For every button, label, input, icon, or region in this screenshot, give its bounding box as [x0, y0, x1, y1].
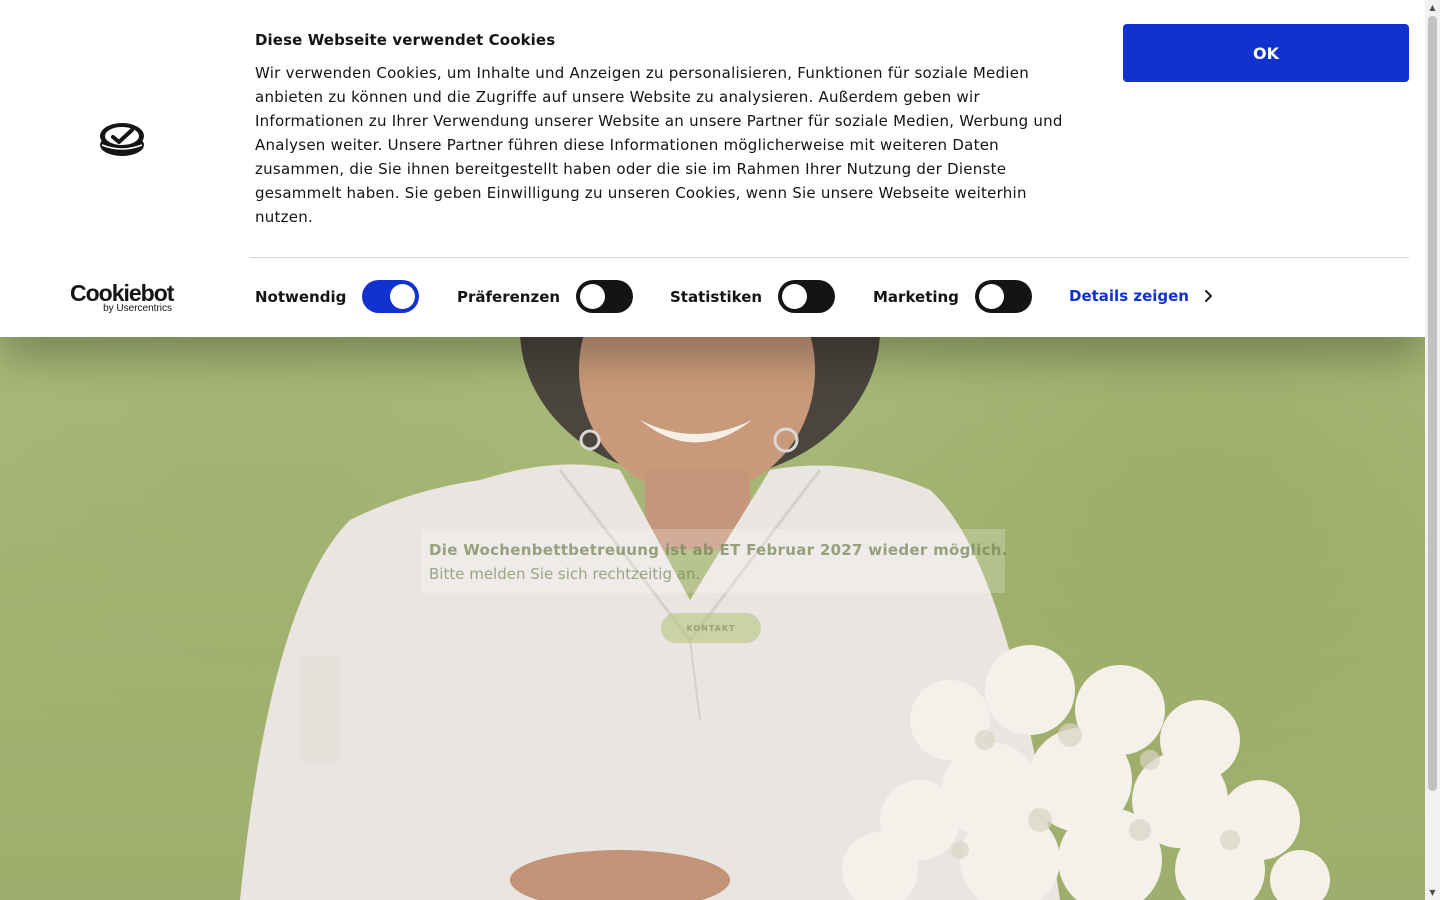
toggle-knob: [979, 284, 1004, 309]
scroll-down-arrow-icon[interactable]: ▼: [1425, 885, 1440, 900]
toggle-marketing[interactable]: [975, 280, 1032, 313]
brand-name: Cookiebot: [70, 280, 174, 306]
toggle-statistics[interactable]: [778, 280, 835, 313]
details-link[interactable]: Details zeigen: [1069, 287, 1213, 305]
toggle-knob: [390, 284, 415, 309]
chevron-right-icon: [1205, 290, 1212, 302]
contact-button[interactable]: KONTAKT: [661, 613, 761, 643]
notice-subline: Bitte melden Sie sich rechtzeitig an.: [429, 565, 701, 583]
toggle-necessary[interactable]: [362, 280, 419, 313]
cookiebot-logo-icon: [100, 123, 144, 156]
cookie-consent-banner: Diese Webseite verwendet Cookies Wir ver…: [0, 0, 1425, 337]
toggle-knob: [782, 284, 807, 309]
toggle-label-preferences: Präferenzen: [457, 288, 561, 306]
cookiebot-brand[interactable]: Cookiebot by Usercentrics: [70, 280, 174, 315]
scroll-up-arrow-icon[interactable]: ▲: [1425, 0, 1440, 15]
ok-button[interactable]: OK: [1123, 24, 1409, 82]
notice-headline: Die Wochenbettbetreuung ist ab ET Februa…: [429, 541, 1008, 559]
toggle-knob: [580, 284, 605, 309]
toggle-label-statistics: Statistiken: [670, 288, 763, 306]
scrollbar-thumb[interactable]: [1428, 16, 1437, 791]
toggle-group-preferences: Präferenzen: [457, 280, 633, 314]
toggle-group-marketing: Marketing: [873, 280, 1032, 314]
availability-notice: Die Wochenbettbetreuung ist ab ET Februa…: [421, 529, 1008, 593]
toggle-label-necessary: Notwendig: [255, 288, 347, 306]
details-link-label: Details zeigen: [1069, 287, 1189, 305]
toggle-label-marketing: Marketing: [873, 288, 959, 306]
cookie-banner-text: Wir verwenden Cookies, um Inhalte und An…: [255, 64, 1063, 226]
toggle-group-necessary: Notwendig: [255, 280, 419, 314]
scrollbar[interactable]: ▲ ▼: [1425, 0, 1440, 900]
toggle-group-statistics: Statistiken: [670, 280, 835, 314]
cookie-banner-title: Diese Webseite verwendet Cookies: [255, 31, 556, 49]
toggle-preferences[interactable]: [576, 280, 633, 313]
divider: [249, 257, 1409, 258]
